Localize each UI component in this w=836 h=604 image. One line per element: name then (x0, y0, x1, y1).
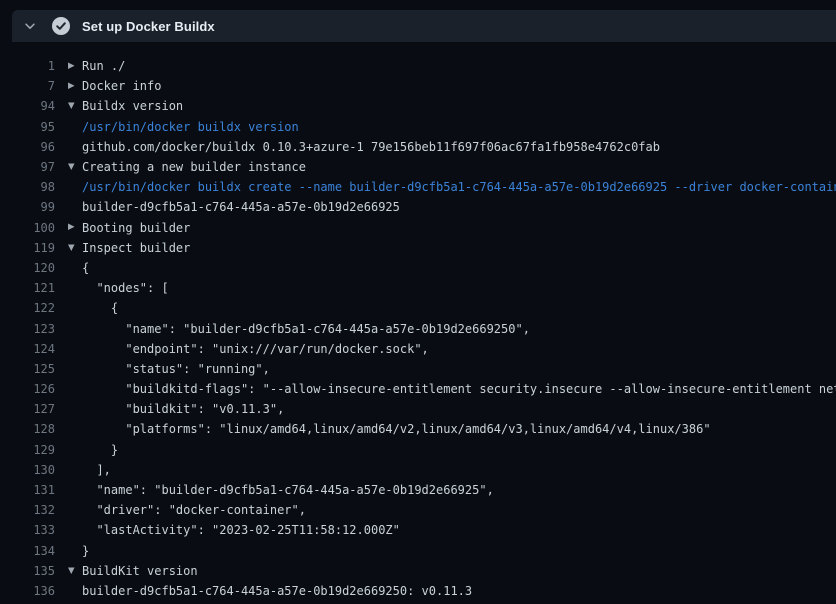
line-number[interactable]: 127 (0, 402, 55, 416)
log-text: Inspect builder (82, 241, 836, 255)
log-line[interactable]: 1 ▶ Run ./ (0, 56, 836, 76)
log-text: Booting builder (82, 221, 836, 235)
log-text: BuildKit version (82, 564, 836, 578)
group-toggle-icon[interactable]: ▼ (68, 102, 82, 111)
log-text: "status": "running", (82, 362, 836, 376)
log-line[interactable]: 7 ▶ Docker info (0, 76, 836, 96)
log-line: 125 "status": "running", (0, 359, 836, 379)
log-line: 130 ], (0, 460, 836, 480)
line-number[interactable]: 94 (0, 99, 55, 113)
step-title: Set up Docker Buildx (82, 19, 215, 34)
log-line: 136 builder-d9cfb5a1-c764-445a-a57e-0b19… (0, 581, 836, 601)
line-number[interactable]: 135 (0, 564, 55, 578)
log-line: 122 { (0, 298, 836, 318)
line-number[interactable]: 131 (0, 483, 55, 497)
line-number[interactable]: 97 (0, 160, 55, 174)
log-text: github.com/docker/buildx 0.10.3+azure-1 … (82, 140, 836, 154)
log-viewer: 1 ▶ Run ./ 7 ▶ Docker info 94 ▼ Buildx v… (0, 42, 836, 604)
log-text: "nodes": [ (82, 281, 836, 295)
log-line[interactable]: 135 ▼ BuildKit version (0, 561, 836, 581)
log-text: "platforms": "linux/amd64,linux/amd64/v2… (82, 422, 836, 436)
line-number[interactable]: 95 (0, 120, 55, 134)
line-number[interactable]: 136 (0, 584, 55, 598)
line-number[interactable]: 100 (0, 221, 55, 235)
log-text: "buildkit": "v0.11.3", (82, 402, 836, 416)
line-number[interactable]: 99 (0, 200, 55, 214)
log-text: "name": "builder-d9cfb5a1-c764-445a-a57e… (82, 483, 836, 497)
log-text: "lastActivity": "2023-02-25T11:58:12.000… (82, 523, 836, 537)
log-line: 132 "driver": "docker-container", (0, 500, 836, 520)
line-number[interactable]: 128 (0, 422, 55, 436)
log-line: 127 "buildkit": "v0.11.3", (0, 399, 836, 419)
log-text: } (82, 443, 836, 457)
line-number[interactable]: 130 (0, 463, 55, 477)
log-text: "driver": "docker-container", (82, 503, 836, 517)
line-number[interactable]: 98 (0, 180, 55, 194)
log-line[interactable]: 94 ▼ Buildx version (0, 96, 836, 116)
log-text: builder-d9cfb5a1-c764-445a-a57e-0b19d2e6… (82, 584, 836, 598)
line-number[interactable]: 120 (0, 261, 55, 275)
group-toggle-icon[interactable]: ▶ (68, 62, 82, 71)
log-text: "endpoint": "unix:///var/run/docker.sock… (82, 342, 836, 356)
line-number[interactable]: 124 (0, 342, 55, 356)
log-line: 131 "name": "builder-d9cfb5a1-c764-445a-… (0, 480, 836, 500)
log-line[interactable]: 97 ▼ Creating a new builder instance (0, 157, 836, 177)
line-number[interactable]: 129 (0, 443, 55, 457)
log-text: builder-d9cfb5a1-c764-445a-a57e-0b19d2e6… (82, 200, 836, 214)
log-line: 128 "platforms": "linux/amd64,linux/amd6… (0, 419, 836, 439)
group-toggle-icon[interactable]: ▼ (68, 163, 82, 172)
log-text: /usr/bin/docker buildx create --name bui… (82, 180, 836, 194)
group-toggle-icon[interactable]: ▼ (68, 567, 82, 576)
log-text: /usr/bin/docker buildx version (82, 120, 836, 134)
line-number[interactable]: 96 (0, 140, 55, 154)
line-number[interactable]: 123 (0, 322, 55, 336)
log-line[interactable]: 100 ▶ Booting builder (0, 218, 836, 238)
log-line: 95 /usr/bin/docker buildx version (0, 117, 836, 137)
log-text: "buildkitd-flags": "--allow-insecure-ent… (82, 382, 836, 396)
log-text: } (82, 544, 836, 558)
chevron-down-icon (23, 19, 37, 33)
step-header[interactable]: Set up Docker Buildx (12, 10, 836, 42)
log-text: Run ./ (82, 59, 836, 73)
log-text: "name": "builder-d9cfb5a1-c764-445a-a57e… (82, 322, 836, 336)
log-line: 98 /usr/bin/docker buildx create --name … (0, 177, 836, 197)
group-toggle-icon[interactable]: ▼ (68, 244, 82, 253)
log-line: 124 "endpoint": "unix:///var/run/docker.… (0, 339, 836, 359)
log-line: 96 github.com/docker/buildx 0.10.3+azure… (0, 137, 836, 157)
log-line: 134 } (0, 541, 836, 561)
log-text: { (82, 301, 836, 315)
line-number[interactable]: 133 (0, 523, 55, 537)
log-line: 123 "name": "builder-d9cfb5a1-c764-445a-… (0, 318, 836, 338)
line-number[interactable]: 126 (0, 382, 55, 396)
check-circle-icon (51, 16, 71, 36)
log-text: { (82, 261, 836, 275)
line-number[interactable]: 121 (0, 281, 55, 295)
line-number[interactable]: 122 (0, 301, 55, 315)
line-number[interactable]: 134 (0, 544, 55, 558)
log-line: 126 "buildkitd-flags": "--allow-insecure… (0, 379, 836, 399)
log-line: 120 { (0, 258, 836, 278)
log-line: 121 "nodes": [ (0, 278, 836, 298)
collapse-step-button[interactable] (18, 14, 42, 38)
line-number[interactable]: 7 (0, 79, 55, 93)
log-text: ], (82, 463, 836, 477)
log-text: Docker info (82, 79, 836, 93)
line-number[interactable]: 125 (0, 362, 55, 376)
group-toggle-icon[interactable]: ▶ (68, 223, 82, 232)
line-number[interactable]: 119 (0, 241, 55, 255)
line-number[interactable]: 1 (0, 59, 55, 73)
log-line[interactable]: 119 ▼ Inspect builder (0, 238, 836, 258)
line-number[interactable]: 132 (0, 503, 55, 517)
log-text: Creating a new builder instance (82, 160, 836, 174)
log-line: 133 "lastActivity": "2023-02-25T11:58:12… (0, 520, 836, 540)
log-text: Buildx version (82, 99, 836, 113)
log-line: 99 builder-d9cfb5a1-c764-445a-a57e-0b19d… (0, 197, 836, 217)
log-line: 129 } (0, 440, 836, 460)
group-toggle-icon[interactable]: ▶ (68, 82, 82, 91)
